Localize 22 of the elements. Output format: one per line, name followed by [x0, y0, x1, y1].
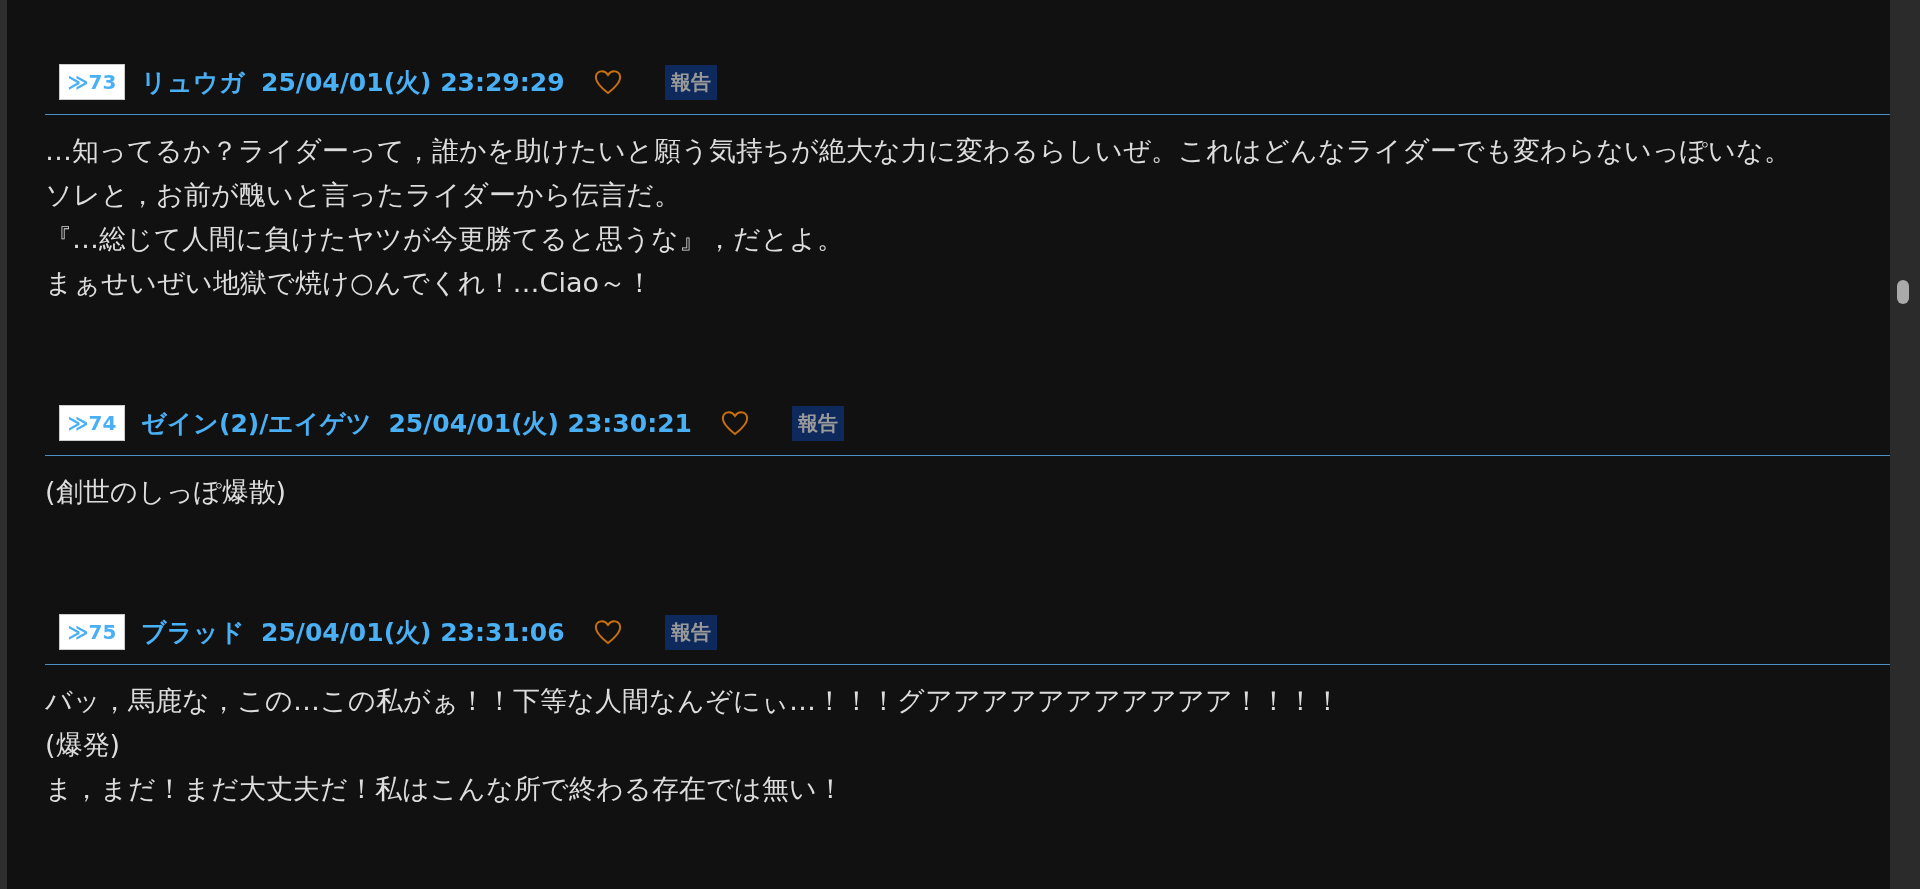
- post-text: (爆発): [45, 728, 122, 762]
- post-text: まぁせいぜい地獄で焼け○んでくれ！…Ciao～！: [45, 266, 654, 300]
- post-date: 25/04/01(火) 23:30:21: [388, 407, 692, 440]
- post-date: 25/04/01(火) 23:31:06: [261, 616, 565, 649]
- post-text: バッ，馬鹿な，この…この私がぁ！！下等な人間なんぞにぃ…！！！グアアアアアアアアアアア！！！！: [45, 684, 1342, 718]
- heart-icon[interactable]: [592, 618, 623, 646]
- heart-icon[interactable]: [719, 409, 750, 437]
- heart-icon[interactable]: [592, 68, 623, 96]
- post-date: 25/04/01(火) 23:29:29: [261, 66, 565, 99]
- post-text: ソレと，お前が醜いと言ったライダーから伝言だ。: [45, 178, 682, 212]
- poster-name: リュウガ: [141, 66, 245, 99]
- post-text: 『…総じて人間に負けたヤツが今更勝てると思うな』，だとよ。: [45, 222, 845, 256]
- report-button[interactable]: 報告: [664, 614, 717, 650]
- post-text: …知ってるか？ライダーって，誰かを助けたいと願う気持ちが絶大な力に変わるらしいぜ。これはどんなライダーでも変わらないっぽいな。: [45, 134, 1792, 168]
- scrollbar[interactable]: [1890, 0, 1920, 889]
- post-text: (創世のしっぽ爆散): [45, 475, 288, 509]
- report-button[interactable]: 報告: [664, 64, 717, 100]
- post-text: ま，まだ！まだ大丈夫だ！私はこんな所で終わる存在では無い！: [45, 772, 845, 806]
- scroll-thumb[interactable]: [1897, 280, 1909, 304]
- poster-name: ブラッド: [141, 616, 245, 649]
- report-button[interactable]: 報告: [791, 405, 844, 441]
- poster-name: ゼイン(2)/エイゲツ: [141, 407, 373, 440]
